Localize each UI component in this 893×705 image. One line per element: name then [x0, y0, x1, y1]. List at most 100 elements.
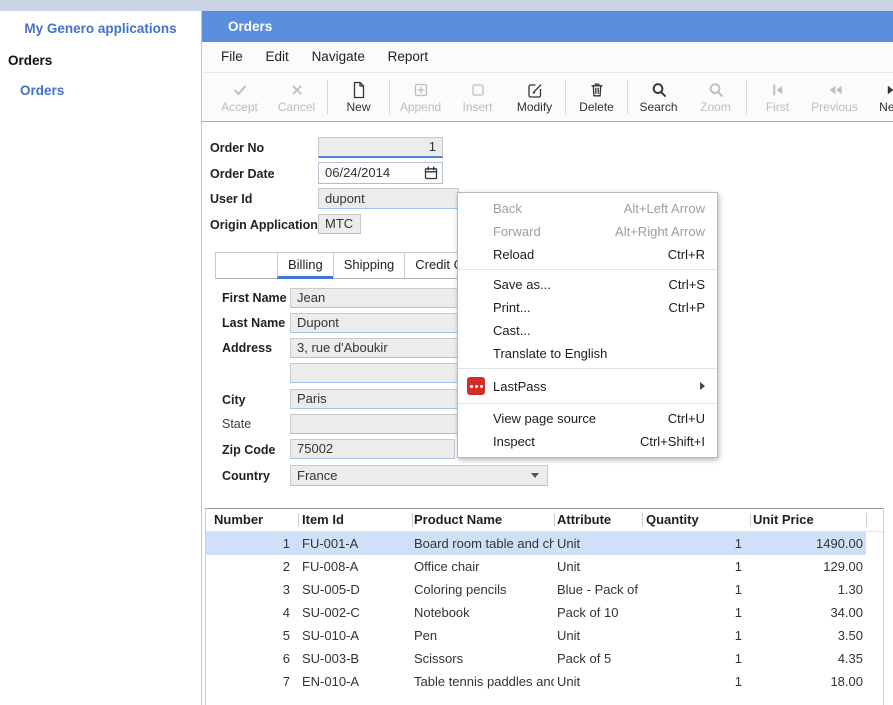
menu-report[interactable]: Report: [388, 42, 429, 72]
cell-item-id: EN-010-A: [298, 670, 412, 693]
menu-separator: [458, 403, 717, 404]
accept-button[interactable]: Accept: [211, 81, 268, 114]
city-label: City: [222, 393, 246, 407]
toolbar-button-label: New: [330, 100, 387, 114]
toolbar-button-label: Modify: [506, 100, 563, 114]
sidebar-title: My Genero applications: [0, 21, 201, 36]
menubar: File Edit Navigate Report: [202, 42, 893, 73]
delete-button[interactable]: Delete: [568, 81, 625, 114]
toolbar-button-label: Append: [392, 100, 449, 114]
table-row[interactable]: 4 SU-002-C Notebook Pack of 10 1 34.00: [206, 601, 883, 624]
menu-separator: [458, 368, 717, 369]
tab-shipping[interactable]: Shipping: [333, 253, 405, 279]
x-icon: [268, 81, 325, 100]
cell-filler: [866, 647, 883, 670]
country-combobox[interactable]: France: [290, 465, 548, 486]
menu-item-label: Translate to English: [493, 346, 705, 361]
cell-unit-price: 129.00: [750, 555, 866, 578]
toolbar-button-label: Cancel: [268, 100, 325, 114]
top-strip: [0, 0, 893, 11]
cell-attribute: Unit: [554, 555, 642, 578]
cell-item-id: SU-005-D: [298, 578, 412, 601]
context-menu-item-inspect[interactable]: Inspect Ctrl+Shift+I: [458, 430, 717, 453]
first-button[interactable]: First: [749, 81, 806, 114]
magnifier-icon: [630, 81, 687, 100]
menu-file[interactable]: File: [221, 42, 243, 72]
menu-item-label: Cast...: [493, 323, 705, 338]
user-id-field[interactable]: dupont: [318, 188, 459, 209]
cell-product-name: Scissors: [412, 647, 554, 670]
order-date-field[interactable]: 06/24/2014: [318, 162, 443, 184]
tab-billing[interactable]: Billing: [277, 253, 333, 279]
toolbar-button-label: Accept: [211, 100, 268, 114]
search-button[interactable]: Search: [630, 81, 687, 114]
country-label: Country: [222, 469, 270, 483]
menu-navigate[interactable]: Navigate: [312, 42, 365, 72]
check-icon: [211, 81, 268, 100]
context-menu-item-reload[interactable]: Reload Ctrl+R: [458, 243, 717, 266]
new-button[interactable]: New: [330, 81, 387, 114]
context-menu-item-print[interactable]: Print... Ctrl+P: [458, 296, 717, 319]
cell-product-name: Board room table and ch: [412, 532, 554, 555]
context-menu-item-forward[interactable]: Forward Alt+Right Arrow: [458, 220, 717, 243]
skip-first-icon: [749, 81, 806, 100]
cancel-button[interactable]: Cancel: [268, 81, 325, 114]
append-button[interactable]: Append: [392, 81, 449, 114]
column-header-unit-price[interactable]: Unit Price: [750, 509, 866, 531]
cell-filler: [866, 670, 883, 693]
table-row[interactable]: 6 SU-003-B Scissors Pack of 5 1 4.35: [206, 647, 883, 670]
table-row[interactable]: 3 SU-005-D Coloring pencils Blue - Pack …: [206, 578, 883, 601]
table-row[interactable]: 5 SU-010-A Pen Unit 1 3.50: [206, 624, 883, 647]
column-header-attribute[interactable]: Attribute: [554, 509, 642, 531]
cell-filler: [866, 532, 883, 555]
context-menu-item-back[interactable]: Back Alt+Left Arrow: [458, 197, 717, 220]
menu-edit[interactable]: Edit: [266, 42, 289, 72]
origin-application-label: Origin Application: [210, 218, 318, 232]
order-no-field[interactable]: 1: [318, 137, 443, 158]
cell-number: 1: [206, 532, 298, 555]
previous-button[interactable]: Previous: [806, 81, 863, 114]
cell-product-name: Office chair: [412, 555, 554, 578]
next-button[interactable]: Next: [863, 81, 893, 114]
sidebar: My Genero applications Orders Orders: [0, 11, 202, 705]
cell-attribute: Pack of 5: [554, 647, 642, 670]
menu-item-label: Back: [493, 201, 624, 216]
modify-button[interactable]: Modify: [506, 81, 563, 114]
context-menu: Back Alt+Left Arrow Forward Alt+Right Ar…: [457, 192, 718, 458]
sidebar-item-orders[interactable]: Orders: [20, 83, 64, 98]
context-menu-item-cast[interactable]: Cast...: [458, 319, 717, 342]
menu-item-label: Save as...: [493, 277, 669, 292]
column-header-quantity[interactable]: Quantity: [642, 509, 750, 531]
context-menu-item-translate[interactable]: Translate to English: [458, 342, 717, 365]
insert-button[interactable]: Insert: [449, 81, 506, 114]
context-menu-item-lastpass[interactable]: LastPass: [458, 372, 717, 400]
column-header-product-name[interactable]: Product Name: [412, 509, 554, 531]
calendar-icon[interactable]: [424, 166, 438, 180]
origin-application-field[interactable]: MTC: [318, 214, 361, 234]
table-row[interactable]: 7 EN-010-A Table tennis paddles and Unit…: [206, 670, 883, 693]
app-titlebar: Orders: [202, 11, 893, 42]
column-header-number[interactable]: Number: [206, 509, 298, 531]
menu-item-label: Inspect: [493, 434, 640, 449]
cell-item-id: SU-003-B: [298, 647, 412, 670]
menu-item-label: Forward: [493, 224, 615, 239]
cell-product-name: Pen: [412, 624, 554, 647]
skip-next-icon: [863, 81, 893, 100]
insert-square-icon: [449, 81, 506, 100]
edit-pencil-icon: [506, 81, 563, 100]
cell-item-id: SU-002-C: [298, 601, 412, 624]
table-row[interactable]: 1 FU-001-A Board room table and ch Unit …: [206, 532, 883, 555]
zoom-button[interactable]: Zoom: [687, 81, 744, 114]
cell-quantity: 1: [642, 624, 750, 647]
zip-code-field[interactable]: 75002: [290, 439, 455, 459]
sidebar-group-orders: Orders: [8, 53, 52, 68]
column-header-item-id[interactable]: Item Id: [298, 509, 412, 531]
cell-product-name: Table tennis paddles and: [412, 670, 554, 693]
table-row[interactable]: 2 FU-008-A Office chair Unit 1 129.00: [206, 555, 883, 578]
cell-quantity: 1: [642, 601, 750, 624]
context-menu-item-view-source[interactable]: View page source Ctrl+U: [458, 407, 717, 430]
cell-unit-price: 34.00: [750, 601, 866, 624]
context-menu-item-save-as[interactable]: Save as... Ctrl+S: [458, 273, 717, 296]
cell-attribute: Pack of 10: [554, 601, 642, 624]
trash-icon: [568, 81, 625, 100]
